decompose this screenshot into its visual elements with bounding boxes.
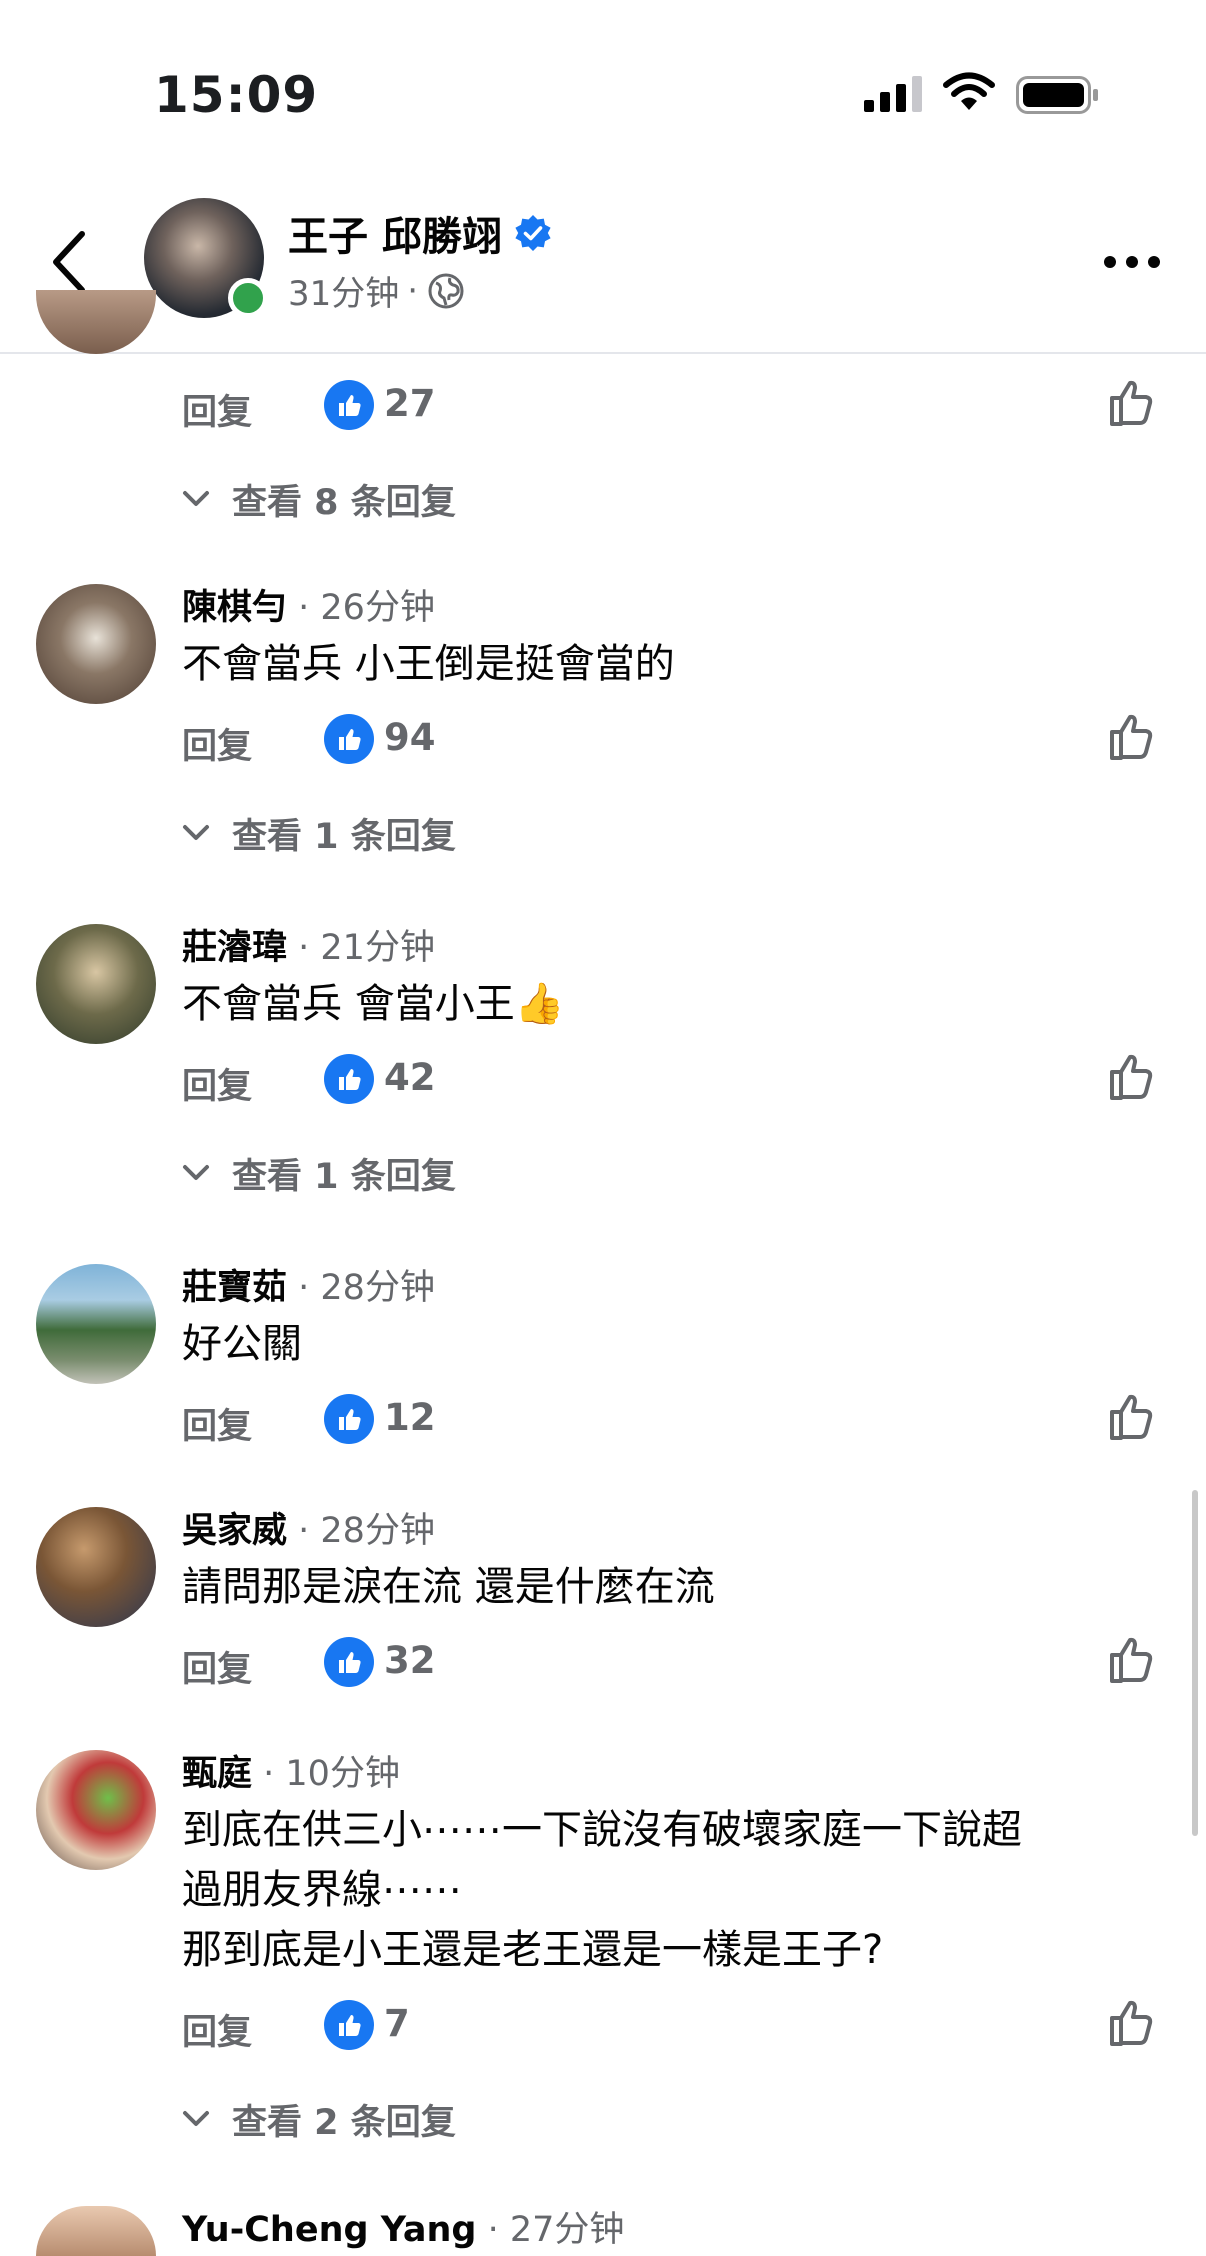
comment-text: 到底在供三小⋯⋯一下說沒有破壞家庭一下說超 過朋友界線⋯⋯ 那到底是小王還是老王… bbox=[182, 1800, 1142, 1980]
comment-actions: 回复 32 bbox=[182, 1633, 1182, 1693]
like-reaction-icon bbox=[324, 1637, 374, 1687]
view-replies-button[interactable]: 查看 2 条回复 bbox=[182, 2094, 456, 2144]
comment-author[interactable]: 陳棋勻 bbox=[182, 588, 287, 628]
like-count: 42 bbox=[384, 1056, 436, 1099]
scrollbar[interactable] bbox=[1192, 1490, 1198, 1836]
comment-time: · 10分钟 bbox=[263, 1754, 400, 1794]
commenter-avatar[interactable] bbox=[36, 1507, 156, 1627]
like-reaction-icon bbox=[324, 380, 374, 430]
comment-text: 不會當兵 小王倒是挺會當的 bbox=[182, 641, 675, 687]
comment-actions: 回复 42 bbox=[182, 1050, 1182, 1110]
comment-text-line: 到底在供三小⋯⋯一下說沒有破壞家庭一下說超 bbox=[182, 1807, 1022, 1853]
comment-text: 請問那是淚在流 還是什麼在流 bbox=[182, 1564, 715, 1610]
view-replies-label: 查看 8 条回复 bbox=[232, 482, 456, 523]
post-time: 31分钟 bbox=[288, 274, 400, 314]
like-button-icon[interactable] bbox=[1106, 1050, 1160, 1104]
comment-author[interactable]: 莊寶茹 bbox=[182, 1268, 287, 1308]
comment-actions: 回复 7 bbox=[182, 1996, 1182, 2056]
comment-text: 好公關 bbox=[182, 1321, 302, 1367]
like-reaction-icon bbox=[324, 1054, 374, 1104]
comment-author[interactable]: 甄庭 bbox=[182, 1754, 252, 1794]
like-reaction-icon bbox=[324, 714, 374, 764]
like-count: 27 bbox=[384, 382, 436, 425]
chevron-down-icon bbox=[183, 491, 209, 506]
like-reaction-icon bbox=[324, 2000, 374, 2050]
like-count: 12 bbox=[384, 1396, 436, 1439]
meta-separator: · bbox=[407, 270, 419, 311]
comment-author[interactable]: 吳家威 bbox=[182, 1511, 287, 1551]
comment-text-line: 過朋友界線⋯⋯ bbox=[182, 1867, 462, 1913]
reply-button[interactable]: 回复 bbox=[182, 1058, 252, 1109]
commenter-avatar[interactable] bbox=[36, 1264, 156, 1384]
online-status-dot bbox=[228, 278, 268, 318]
commenter-avatar[interactable] bbox=[36, 584, 156, 704]
reply-button[interactable]: 回复 bbox=[182, 2004, 252, 2055]
status-bar: 15:09 bbox=[0, 0, 1206, 170]
comment-author[interactable]: 莊濬瑋 bbox=[182, 928, 287, 968]
comment-actions: 回复 94 bbox=[182, 710, 1182, 770]
wifi-icon bbox=[943, 72, 995, 110]
view-replies-label: 查看 1 条回复 bbox=[232, 1156, 456, 1197]
view-replies-button[interactable]: 查看 1 条回复 bbox=[182, 1148, 456, 1198]
like-count: 7 bbox=[384, 2002, 410, 2045]
comment-author[interactable]: Yu-Cheng Yang bbox=[182, 2210, 476, 2250]
like-button-icon[interactable] bbox=[1106, 1633, 1160, 1687]
more-options-icon[interactable] bbox=[1100, 242, 1164, 282]
comment-text: 不會當兵 會當小王👍 bbox=[182, 981, 565, 1027]
comment-actions: 回复 12 bbox=[182, 1390, 1182, 1450]
like-button-icon[interactable] bbox=[1106, 1390, 1160, 1444]
comment-actions: 回复 27 bbox=[182, 376, 1182, 436]
view-replies-button[interactable]: 查看 8 条回复 bbox=[182, 474, 456, 524]
comment-time: · 28分钟 bbox=[298, 1268, 435, 1308]
cellular-signal-icon bbox=[864, 76, 922, 112]
reply-button[interactable]: 回复 bbox=[182, 1641, 252, 1692]
comment-time: · 26分钟 bbox=[298, 588, 435, 628]
page-name: 王子 邱勝翊 bbox=[288, 214, 502, 260]
like-button-icon[interactable] bbox=[1106, 376, 1160, 430]
comment-time: · 21分钟 bbox=[298, 928, 435, 968]
like-reaction-icon bbox=[324, 1394, 374, 1444]
like-button-icon[interactable] bbox=[1106, 710, 1160, 764]
commenter-avatar[interactable] bbox=[36, 1750, 156, 1870]
comment-time: · 27分钟 bbox=[487, 2210, 625, 2250]
reply-button[interactable]: 回复 bbox=[182, 384, 252, 435]
chevron-down-icon bbox=[183, 1165, 209, 1180]
battery-icon bbox=[1016, 76, 1098, 114]
like-count: 32 bbox=[384, 1639, 436, 1682]
status-time: 15:09 bbox=[154, 66, 319, 124]
commenter-avatar[interactable] bbox=[36, 924, 156, 1044]
reply-button[interactable]: 回复 bbox=[182, 718, 252, 769]
chevron-down-icon bbox=[183, 825, 209, 840]
view-replies-label: 查看 1 条回复 bbox=[232, 816, 456, 857]
like-button-icon[interactable] bbox=[1106, 1996, 1160, 2050]
comment-text-line: 那到底是小王還是老王還是一樣是王子? bbox=[182, 1927, 884, 1973]
commenter-avatar[interactable] bbox=[36, 2206, 156, 2256]
globe-icon bbox=[428, 273, 464, 308]
comment-time: · 28分钟 bbox=[298, 1511, 435, 1551]
view-replies-label: 查看 2 条回复 bbox=[232, 2102, 456, 2143]
verified-badge-icon bbox=[515, 215, 551, 251]
view-replies-button[interactable]: 查看 1 条回复 bbox=[182, 808, 456, 858]
like-count: 94 bbox=[384, 716, 436, 759]
post-meta: 31分钟 · bbox=[288, 266, 466, 315]
post-header: 王子 邱勝翊 31分钟 · bbox=[0, 170, 1206, 354]
reply-button[interactable]: 回复 bbox=[182, 1398, 252, 1449]
chevron-down-icon bbox=[183, 2111, 209, 2126]
page-name-link[interactable]: 王子 邱勝翊 bbox=[288, 204, 552, 262]
